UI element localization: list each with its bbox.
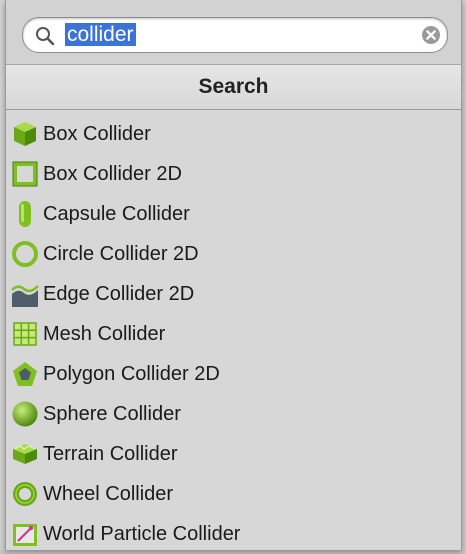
box-collider-2d-icon [12,161,38,187]
polygon-collider-2d-icon [13,362,37,386]
add-component-popup: collider Search Box Collider Box Collide… [5,0,462,550]
list-item-label: Edge Collider 2D [43,283,195,305]
mesh-collider-icon [13,322,37,346]
search-icon [36,27,55,46]
world-particle-collider-icon [13,524,37,546]
capsule-collider-icon [19,201,31,227]
terrain-collider-icon [13,444,37,464]
edge-collider-2d-icon [11,285,39,307]
box-collider-icon [14,122,36,146]
search-results-header: Search [6,64,461,110]
wheel-collider-icon [13,482,37,506]
list-item-label: Box Collider 2D [43,163,182,185]
search-area: collider [6,0,461,64]
list-item-edge-collider-2d[interactable]: Edge Collider 2D [6,274,461,314]
list-item-label: Capsule Collider [43,203,190,225]
list-item-capsule-collider[interactable]: Capsule Collider [6,194,461,234]
list-item-mesh-collider[interactable]: Mesh Collider [6,314,461,354]
search-results-list: Box Collider Box Collider 2D Capsule Col… [6,110,461,550]
list-item-circle-collider-2d[interactable]: Circle Collider 2D [6,234,461,274]
list-item-label: Wheel Collider [43,483,174,505]
list-item-label: Circle Collider 2D [43,243,199,265]
list-item-label: Sphere Collider [43,403,181,425]
circle-collider-2d-icon [12,241,38,267]
list-item-polygon-collider-2d[interactable]: Polygon Collider 2D [6,354,461,394]
list-item-box-collider-2d[interactable]: Box Collider 2D [6,154,461,194]
list-item-world-particle-collider[interactable]: World Particle Collider [6,514,461,554]
list-item-label: Terrain Collider [43,443,178,465]
search-field[interactable]: collider [22,17,448,53]
list-item-label: Polygon Collider 2D [43,363,220,385]
sphere-collider-icon [12,401,38,427]
list-item-terrain-collider[interactable]: Terrain Collider [6,434,461,474]
list-item-wheel-collider[interactable]: Wheel Collider [6,474,461,514]
list-item-label: World Particle Collider [43,523,241,545]
clear-search-icon[interactable] [421,25,441,45]
list-item-sphere-collider[interactable]: Sphere Collider [6,394,461,434]
list-item-label: Box Collider [43,123,151,145]
list-item-box-collider[interactable]: Box Collider [6,114,461,154]
search-input-selected-text: collider [65,23,136,46]
search-input[interactable]: collider [65,23,136,47]
list-item-label: Mesh Collider [43,323,166,345]
